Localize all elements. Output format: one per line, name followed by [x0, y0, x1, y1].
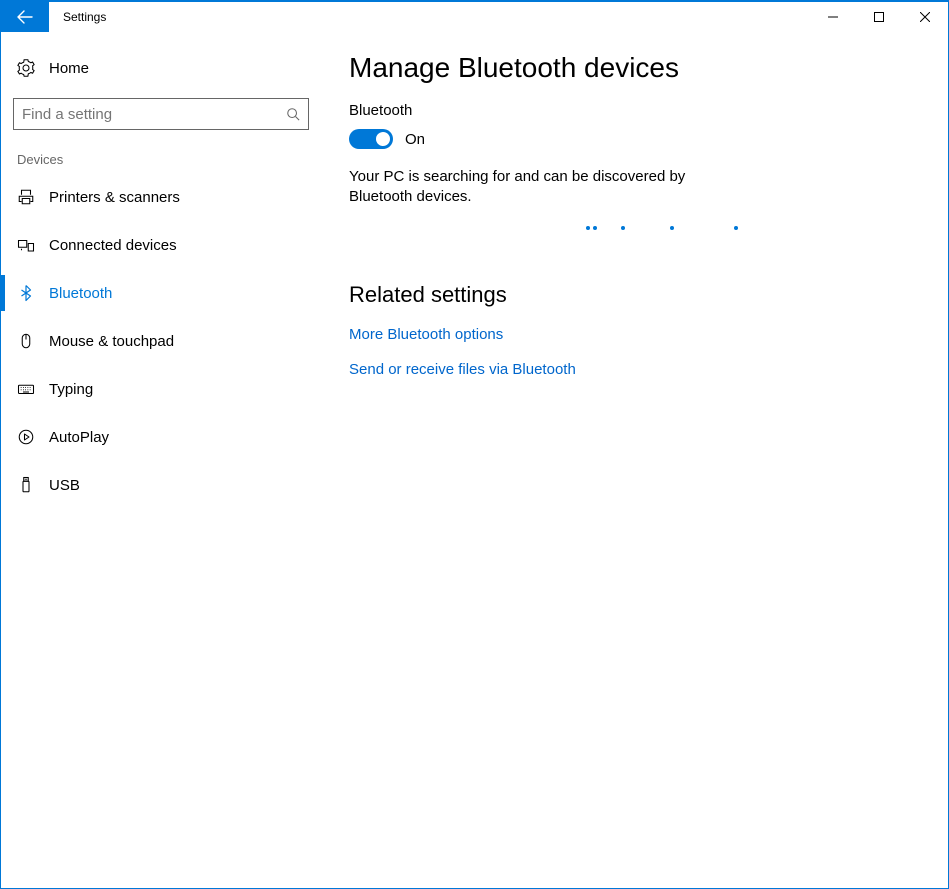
keyboard-icon [17, 380, 49, 398]
home-label: Home [49, 60, 89, 77]
link-more-bluetooth-options[interactable]: More Bluetooth options [349, 326, 908, 343]
window-controls [810, 2, 948, 32]
sidebar-item-label: Connected devices [49, 237, 177, 254]
printer-icon [17, 188, 49, 206]
sidebar-item-label: Printers & scanners [49, 189, 180, 206]
progress-indicator [349, 226, 908, 232]
close-button[interactable] [902, 2, 948, 32]
search-box[interactable] [13, 98, 309, 130]
bluetooth-icon [17, 284, 49, 302]
page-title: Manage Bluetooth devices [349, 52, 908, 84]
sidebar: Home Devices Printers & scanners Connect… [1, 32, 321, 888]
sidebar-section-label: Devices [1, 130, 321, 173]
sidebar-item-mouse[interactable]: Mouse & touchpad [1, 317, 321, 365]
sidebar-item-label: Typing [49, 381, 93, 398]
titlebar: Settings [1, 2, 948, 32]
sidebar-item-label: USB [49, 477, 80, 494]
connected-devices-icon [17, 236, 49, 254]
maximize-button[interactable] [856, 2, 902, 32]
bluetooth-toggle[interactable] [349, 129, 393, 149]
sidebar-item-label: AutoPlay [49, 429, 109, 446]
sidebar-item-printers[interactable]: Printers & scanners [1, 173, 321, 221]
status-text: Your PC is searching for and can be disc… [349, 167, 749, 208]
close-icon [920, 12, 930, 22]
bluetooth-label: Bluetooth [349, 102, 908, 119]
sidebar-item-connected-devices[interactable]: Connected devices [1, 221, 321, 269]
related-settings-heading: Related settings [349, 282, 908, 308]
toggle-state-label: On [405, 131, 425, 148]
sidebar-item-bluetooth[interactable]: Bluetooth [1, 269, 321, 317]
minimize-icon [828, 12, 838, 22]
mouse-icon [17, 332, 49, 350]
usb-icon [17, 476, 49, 494]
sidebar-item-usb[interactable]: USB [1, 461, 321, 509]
back-arrow-icon [17, 9, 33, 25]
back-button[interactable] [1, 2, 49, 32]
sidebar-item-autoplay[interactable]: AutoPlay [1, 413, 321, 461]
search-icon [286, 107, 300, 121]
toggle-knob [376, 132, 390, 146]
search-input[interactable] [22, 106, 286, 123]
sidebar-item-label: Mouse & touchpad [49, 333, 174, 350]
link-send-receive-files[interactable]: Send or receive files via Bluetooth [349, 361, 908, 378]
gear-icon [17, 59, 49, 77]
window-title: Settings [49, 2, 106, 32]
minimize-button[interactable] [810, 2, 856, 32]
sidebar-item-label: Bluetooth [49, 285, 112, 302]
maximize-icon [874, 12, 884, 22]
home-nav[interactable]: Home [1, 46, 321, 90]
autoplay-icon [17, 428, 49, 446]
main-content: Manage Bluetooth devices Bluetooth On Yo… [321, 32, 948, 888]
sidebar-item-typing[interactable]: Typing [1, 365, 321, 413]
